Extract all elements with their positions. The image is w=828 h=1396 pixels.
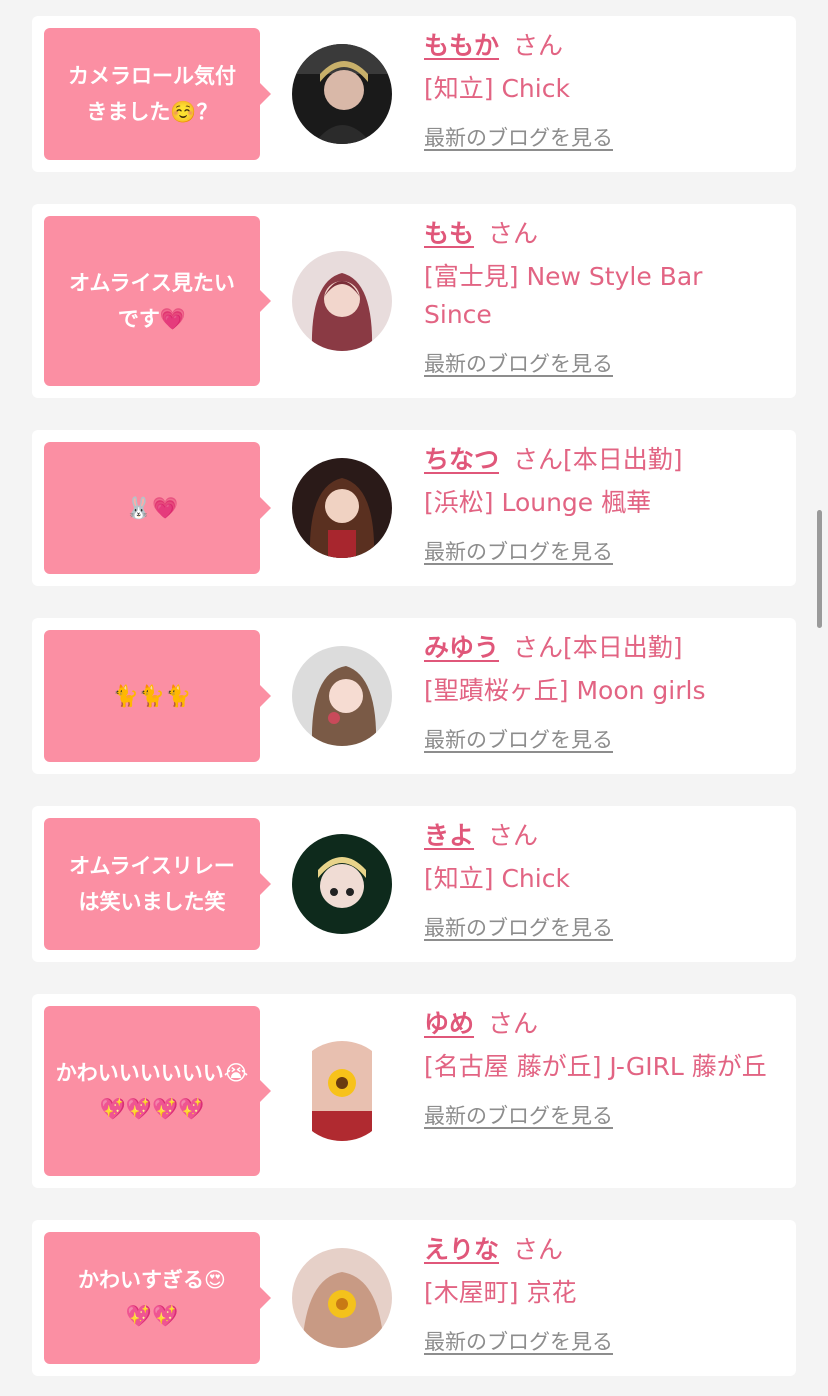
name-line: ももか さん (424, 28, 774, 64)
honorific: さん (513, 445, 564, 474)
message-list: カメラロール気付 きました☺️？ ももか さん [知立] Chick 最新のブログ… (0, 0, 828, 1396)
comment-bubble: オムライスリレー は笑いました笑 (44, 818, 271, 950)
cast-name-link[interactable]: もも (424, 219, 474, 248)
profile-photo-icon[interactable] (292, 458, 392, 558)
cast-name-link[interactable]: ももか (424, 31, 499, 60)
honorific: さん (513, 1235, 564, 1264)
shop-label: [知立] Chick (424, 864, 570, 893)
honorific: さん (488, 1009, 539, 1038)
shop-label: [知立] Chick (424, 74, 570, 103)
message-card: オムライスリレー は笑いました笑 きよ さん [知立] Chick 最新のブログを… (32, 806, 796, 962)
message-card: オムライス見たい です💗 もも さん [富士見] New Style Bar Si… (32, 204, 796, 398)
message-card: カメラロール気付 きました☺️？ ももか さん [知立] Chick 最新のブログ… (32, 16, 796, 172)
profile-info: えりな さん [木屋町] 京花 最新のブログを見る (424, 1232, 774, 1356)
blog-link[interactable]: 最新のブログを見る (424, 1100, 613, 1130)
cast-name-link[interactable]: えりな (424, 1235, 499, 1264)
cast-name-link[interactable]: きよ (424, 821, 474, 850)
blog-link[interactable]: 最新のブログを見る (424, 122, 613, 152)
shop-label: [聖蹟桜ヶ丘] Moon girls (424, 676, 706, 705)
message-card: かわいいいいいい😭 💖💖💖💖 ゆめ さん [名古屋 藤が丘] J-GIRL 藤が丘… (32, 994, 796, 1188)
shop-label: [富士見] New Style Bar Since (424, 262, 703, 329)
comment-text: 🐈🐈🐈 (112, 684, 192, 708)
name-line: きよ さん (424, 818, 774, 854)
name-line: えりな さん (424, 1232, 774, 1268)
name-line: ちなつ さん[本日出勤] (424, 442, 774, 478)
comment-bubble: 🐈🐈🐈 (44, 630, 271, 762)
comment-bubble: オムライス見たい です💗 (44, 216, 271, 386)
blog-link[interactable]: 最新のブログを見る (424, 536, 613, 566)
comment-bubble: 🐰💗 (44, 442, 271, 574)
profile-info: みゆう さん[本日出勤] [聖蹟桜ヶ丘] Moon girls 最新のブログを見る (424, 630, 774, 754)
shop-label: [木屋町] 京花 (424, 1278, 577, 1307)
comment-text: カメラロール気付 きました☺️？ (68, 64, 236, 124)
honorific: さん (488, 219, 539, 248)
profile-info: ももか さん [知立] Chick 最新のブログを見る (424, 28, 774, 152)
name-line: もも さん (424, 216, 774, 252)
profile-photo-icon[interactable] (292, 834, 392, 934)
comment-bubble: かわいすぎる😍 💖💖 (44, 1232, 271, 1364)
comment-text: オムライスリレー は笑いました笑 (69, 854, 235, 914)
profile-info: もも さん [富士見] New Style Bar Since 最新のブログを見る (424, 216, 774, 378)
blog-link[interactable]: 最新のブログを見る (424, 724, 613, 754)
profile-photo-icon[interactable] (292, 1041, 392, 1141)
shop-label: [名古屋 藤が丘] J-GIRL 藤が丘 (424, 1052, 767, 1081)
scrollbar[interactable] (817, 510, 822, 628)
shop-label: [浜松] Lounge 楓華 (424, 488, 652, 517)
profile-photo-icon[interactable] (292, 44, 392, 144)
name-line: みゆう さん[本日出勤] (424, 630, 774, 666)
comment-text: 🐰💗 (125, 496, 179, 520)
status-tag: [本日出勤] (563, 445, 683, 474)
message-card: 🐈🐈🐈 みゆう さん[本日出勤] [聖蹟桜ヶ丘] Moon girls 最新のブロ… (32, 618, 796, 774)
profile-info: ゆめ さん [名古屋 藤が丘] J-GIRL 藤が丘 最新のブログを見る (424, 1006, 774, 1130)
status-tag: [本日出勤] (563, 633, 683, 662)
honorific: さん (513, 633, 564, 662)
honorific: さん (488, 821, 539, 850)
profile-photo-icon[interactable] (292, 251, 392, 351)
comment-text: かわいいいいいい😭 💖💖💖💖 (55, 1061, 249, 1121)
cast-name-link[interactable]: みゆう (424, 633, 499, 662)
cast-name-link[interactable]: ゆめ (424, 1009, 474, 1038)
comment-text: オムライス見たい です💗 (69, 271, 235, 331)
comment-text: かわいすぎる😍 💖💖 (78, 1268, 226, 1328)
comment-bubble: カメラロール気付 きました☺️？ (44, 28, 271, 160)
blog-link[interactable]: 最新のブログを見る (424, 348, 613, 378)
message-card: 🐰💗 ちなつ さん[本日出勤] [浜松] Lounge 楓華 最新のブログを見る (32, 430, 796, 586)
name-line: ゆめ さん (424, 1006, 774, 1042)
comment-bubble: かわいいいいいい😭 💖💖💖💖 (44, 1006, 271, 1176)
profile-photo-icon[interactable] (292, 1248, 392, 1348)
blog-link[interactable]: 最新のブログを見る (424, 912, 613, 942)
profile-info: ちなつ さん[本日出勤] [浜松] Lounge 楓華 最新のブログを見る (424, 442, 774, 566)
honorific: さん (513, 31, 564, 60)
blog-link[interactable]: 最新のブログを見る (424, 1326, 613, 1356)
cast-name-link[interactable]: ちなつ (424, 445, 499, 474)
profile-photo-icon[interactable] (292, 646, 392, 746)
profile-info: きよ さん [知立] Chick 最新のブログを見る (424, 818, 774, 942)
message-card: かわいすぎる😍 💖💖 えりな さん [木屋町] 京花 最新のブログを見る (32, 1220, 796, 1376)
